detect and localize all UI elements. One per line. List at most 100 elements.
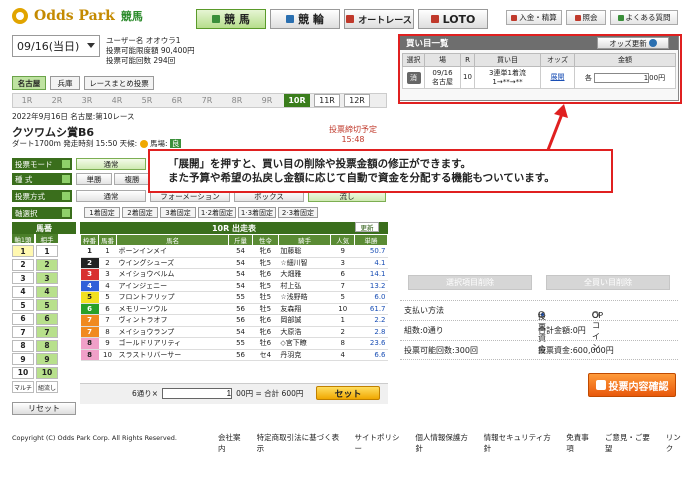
partner-horse-8[interactable]: 8	[36, 339, 58, 352]
faq-button[interactable]: よくある質問	[610, 10, 678, 25]
waku-cell: 2	[80, 257, 99, 269]
popularity-cell: 6	[330, 268, 355, 281]
popularity-cell: 4	[330, 349, 355, 361]
footer-link[interactable]: 免責事項	[566, 432, 596, 454]
waku-cell: 7	[80, 326, 99, 338]
axis-2-3[interactable]: 2·3着固定	[278, 207, 318, 218]
table-row: 4 4 アインジェニー 54 牝5 村上弘 7 13.2	[80, 280, 388, 292]
sex-age-cell: 牡5	[252, 291, 279, 304]
confirm-vote-button[interactable]: 投票内容確認	[588, 373, 676, 397]
footer-link[interactable]: サイトポリシー	[355, 432, 407, 454]
footer-link[interactable]: 会社案内	[218, 432, 248, 454]
axis-horse-8[interactable]: 8	[12, 339, 34, 352]
inquiry-button[interactable]: 照会	[566, 10, 606, 25]
date-select[interactable]: 09/16(当日)	[12, 35, 100, 57]
delete-all-button[interactable]: 全買い目削除	[546, 275, 670, 290]
logo-mark-icon	[12, 8, 28, 24]
partner-horse-4[interactable]: 4	[36, 285, 58, 298]
bet-type-fukusho[interactable]: 複勝	[114, 173, 150, 185]
axis-horse-9[interactable]: 9	[12, 353, 34, 365]
tab-autorace[interactable]: オートレース	[344, 9, 414, 29]
waku-cell: 8	[80, 349, 99, 361]
partner-horse-2[interactable]: 2	[36, 258, 58, 271]
venue-tab-summary[interactable]: レースまとめ投票	[84, 76, 154, 90]
popularity-cell: 8	[330, 337, 355, 350]
col-sex-age: 性令	[251, 234, 279, 246]
table-row: 6 6 メモリーソウル 56 牡5 友森翔 10 61.7	[80, 303, 388, 315]
sex-age-cell: 牡6	[252, 337, 279, 350]
axis-horse-10[interactable]: 10	[12, 366, 34, 379]
venue-tab-hyogo[interactable]: 兵庫	[50, 76, 80, 90]
odds-cell: 2.8	[354, 326, 388, 338]
kumi-nagashi-button[interactable]: 組流し	[36, 381, 58, 393]
vote-method-normal[interactable]: 通常	[76, 190, 146, 202]
tab-keirin[interactable]: 競 輪	[270, 9, 340, 29]
footer-link[interactable]: リンク	[666, 432, 688, 454]
footer-link[interactable]: 個人情報保護方針	[415, 432, 474, 454]
tab-keiba[interactable]: 競 馬	[196, 9, 266, 29]
logo-text: Odds Park	[34, 8, 115, 24]
waku-cell: 6	[80, 303, 99, 315]
footer-links: 会社案内 特定商取引法に基づく表示 サイトポリシー 個人情報保護方針 情報セキュリティ方…	[218, 432, 688, 454]
multi-checkbox[interactable]: マルチ	[12, 381, 34, 393]
copyright: Copyright (C) Odds Park Corp. All Rights…	[12, 434, 177, 442]
race-tab-10[interactable]: 10R	[284, 94, 310, 107]
weight-cell: 54	[228, 268, 253, 281]
footer-link[interactable]: 特定商取引法に基づく表示	[257, 432, 346, 454]
deposit-button[interactable]: 入金・精算	[506, 10, 562, 25]
partner-horse-9[interactable]: 9	[36, 353, 58, 365]
odds-cell: 23.6	[354, 337, 388, 350]
update-button[interactable]: 更新	[355, 222, 379, 232]
axis-horse-1[interactable]: 1	[12, 245, 34, 257]
footer-link[interactable]: ご意見・ご要望	[605, 432, 657, 454]
set-button[interactable]: セット	[316, 386, 380, 400]
axis-horse-2[interactable]: 2	[12, 258, 34, 271]
horse-name-cell: スラストリバーサー	[116, 349, 229, 361]
axis-1st[interactable]: 1着固定	[84, 207, 120, 218]
axis-horse-6[interactable]: 6	[12, 312, 34, 325]
vote-mode-normal[interactable]: 通常	[76, 158, 146, 170]
axis-1-3[interactable]: 1·3着固定	[238, 207, 276, 218]
amount-input[interactable]	[162, 388, 233, 399]
axis-horse-5[interactable]: 5	[12, 299, 34, 311]
sex-age-cell: 牝6	[252, 268, 279, 281]
odds-park-logo[interactable]: Odds Park 競馬	[12, 6, 143, 26]
reset-button[interactable]: リセット	[12, 402, 76, 415]
odds-cell: 6.0	[354, 291, 388, 304]
table-row: 2 2 ウイングシューズ 54 牝5 ☆細川智 3 4.1	[80, 257, 388, 269]
axis-2nd[interactable]: 2着固定	[122, 207, 158, 218]
umaban-cell: 9	[98, 337, 117, 350]
axis-1-2[interactable]: 1·2着固定	[198, 207, 236, 218]
vote-mode-label: 投票モード	[12, 158, 72, 170]
jockey-cell: ◇宮下瞭	[278, 337, 331, 350]
partner-horse-10[interactable]: 10	[36, 366, 58, 379]
jockey-cell: ☆浅野皓	[278, 291, 331, 304]
popularity-cell: 3	[330, 257, 355, 269]
race-entry-table: 枠番 馬番 馬名 斤量 性令 騎手 人気 単勝 1 1 ボーンインメイ 54 牝6 加藤聡…	[80, 234, 388, 361]
logo-sub: 競馬	[120, 10, 143, 23]
footer-link[interactable]: 情報セキュリティ方針	[484, 432, 558, 454]
race-tab-12[interactable]: 12R	[344, 94, 370, 107]
umaban-cell: 5	[98, 291, 117, 304]
bet-type-tansho[interactable]: 単勝	[76, 173, 112, 185]
partner-horse-6[interactable]: 6	[36, 312, 58, 325]
axis-horse-3[interactable]: 3	[12, 272, 34, 284]
venue-tab-nagoya[interactable]: 名古屋	[12, 76, 46, 90]
table-row: 3 3 メイショウベルム 54 牝6 大畑雅 6 14.1	[80, 268, 388, 281]
umaban-cell: 8	[98, 326, 117, 338]
delete-selected-button[interactable]: 選択項目削除	[408, 275, 532, 290]
race-tab-11[interactable]: 11R	[314, 94, 340, 107]
sex-age-cell: セ4	[252, 349, 279, 361]
axis-3rd[interactable]: 3着固定	[160, 207, 196, 218]
axis-horse-4[interactable]: 4	[12, 285, 34, 298]
tab-loto[interactable]: LOTO	[418, 9, 488, 29]
race-detail-line: ダート1700m 発走時刻 15:50 天候: 馬場: 良	[12, 139, 182, 148]
amount-entry: 6通り× 00円 = 合計 600円	[132, 388, 303, 399]
partner-horse-1[interactable]: 1	[36, 245, 58, 257]
partner-horse-5[interactable]: 5	[36, 299, 58, 311]
partner-horse-7[interactable]: 7	[36, 326, 58, 338]
partner-horse-3[interactable]: 3	[36, 272, 58, 284]
race-date-line: 2022年9月16日 名古屋:第10レース	[12, 112, 135, 121]
axis-horse-7[interactable]: 7	[12, 326, 34, 338]
axis-select-label: 軸選択	[12, 207, 72, 219]
